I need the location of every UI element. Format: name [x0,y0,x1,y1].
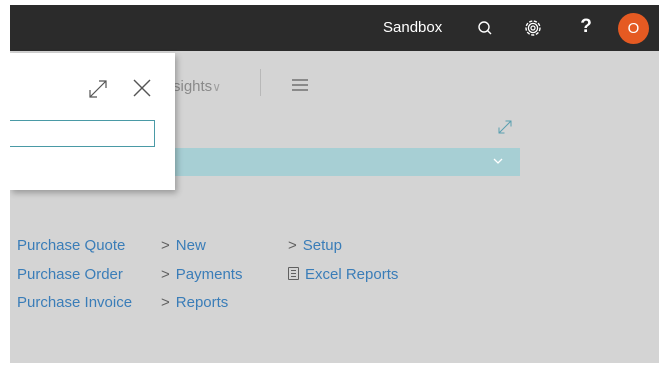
close-icon[interactable] [132,78,152,98]
expand-icon[interactable] [496,118,514,136]
menu-group-setup[interactable]: > Setup [288,232,398,261]
insights-label: sights [173,78,213,95]
menu-item-purchase-order[interactable]: Purchase Order [17,261,132,290]
insights-button[interactable]: sights∨ [173,78,221,95]
search-dialog [10,53,175,190]
menu-group-new[interactable]: > New [161,232,242,261]
chevron-right-icon: > [288,237,297,254]
expand-icon[interactable] [87,78,109,100]
menu-group-payments[interactable]: > Payments [161,261,242,290]
action-groups-menu: > New > Payments > Reports [161,232,242,318]
environment-name: Sandbox [383,19,443,36]
chevron-right-icon: > [161,294,170,311]
toolbar-divider [260,69,261,96]
search-icon[interactable] [474,17,496,39]
search-input[interactable] [10,120,155,147]
app-window: Sandbox ? O sights∨ Purchase Quote Purch… [10,5,659,363]
hamburger-menu-icon[interactable] [292,79,308,91]
top-bar: Sandbox ? O [10,5,659,51]
chevron-right-icon: > [161,265,170,283]
menu-item-purchase-invoice[interactable]: Purchase Invoice [17,289,132,318]
chevron-down-icon[interactable] [492,156,504,166]
menu-item-purchase-quote[interactable]: Purchase Quote [17,232,132,261]
menu-item-excel-reports[interactable]: Excel Reports [288,261,398,290]
menu-group-reports[interactable]: > Reports [161,289,242,318]
purchase-documents-menu: Purchase Quote Purchase Order Purchase I… [17,232,132,318]
avatar[interactable]: O [618,13,649,44]
setup-menu: > Setup Excel Reports [288,232,398,289]
chevron-down-icon: ∨ [212,80,221,94]
selected-row-highlight[interactable] [170,148,520,176]
chevron-right-icon: > [161,237,170,254]
settings-icon[interactable] [522,17,544,39]
report-document-icon [288,266,299,280]
help-icon[interactable]: ? [576,14,596,40]
